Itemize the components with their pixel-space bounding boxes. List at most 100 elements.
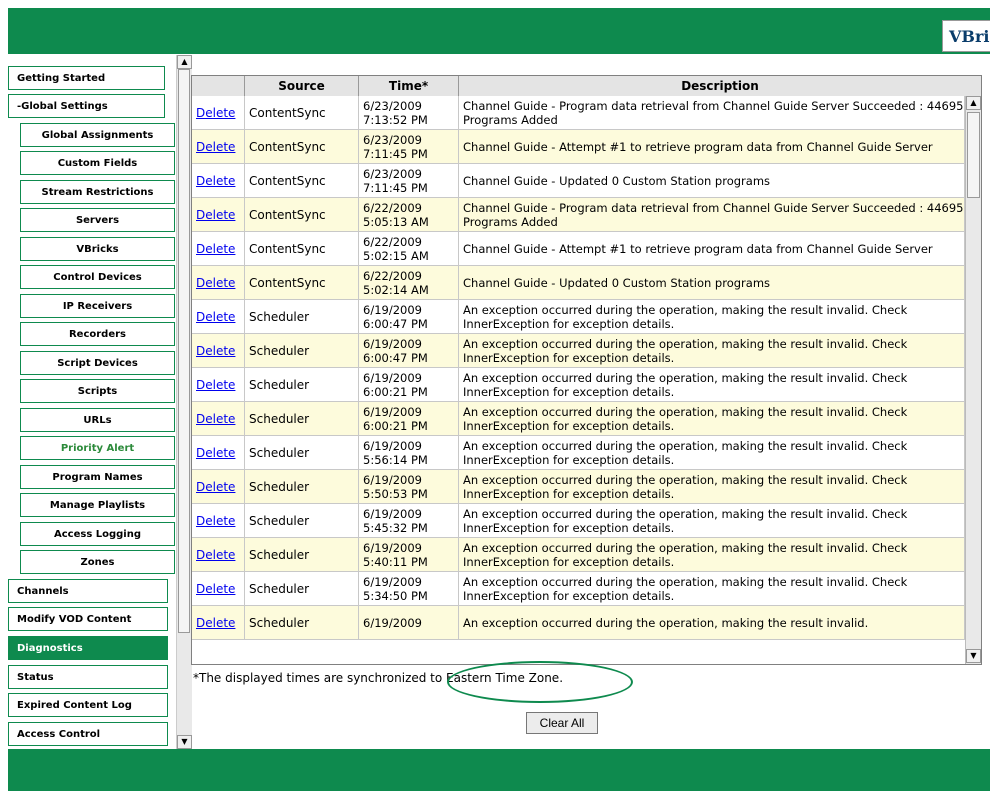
scroll-down-arrow-icon[interactable]: ▼ (177, 735, 192, 749)
delete-link[interactable]: Delete (196, 344, 235, 358)
clear-all-button[interactable]: Clear All (526, 712, 598, 734)
source-cell: Scheduler (245, 504, 359, 537)
time-text: 6:00:21 PM (363, 384, 428, 399)
table-row: Delete Scheduler 6/19/2009 6:00:21 PM An exc… (192, 402, 965, 436)
delete-cell: Delete (192, 504, 245, 537)
scrollbar-thumb[interactable] (178, 69, 190, 633)
delete-cell: Delete (192, 368, 245, 401)
nav-global-assignments[interactable]: Global Assignments (20, 123, 175, 147)
delete-link[interactable]: Delete (196, 276, 235, 290)
nav-global-settings[interactable]: -Global Settings (8, 94, 165, 118)
date-text: 6/19/2009 (363, 540, 422, 555)
description-cell: An exception occurred during the operati… (459, 572, 965, 605)
table-row: Delete ContentSync 6/23/2009 7:13:52 PM Chan… (192, 96, 965, 130)
time-cell: 6/22/2009 5:02:14 AM (359, 266, 459, 299)
nav-ip-receivers[interactable]: IP Receivers (20, 294, 175, 318)
delete-cell: Delete (192, 164, 245, 197)
source-cell: Scheduler (245, 368, 359, 401)
nav-control-devices[interactable]: Control Devices (20, 265, 175, 289)
date-text: 6/19/2009 (363, 506, 422, 521)
time-cell: 6/23/2009 7:13:52 PM (359, 96, 459, 129)
description-cell: Channel Guide - Program data retrieval f… (459, 198, 965, 231)
description-cell: Channel Guide - Updated 0 Custom Station… (459, 164, 965, 197)
nav-priority-alert[interactable]: Priority Alert (20, 436, 175, 460)
table-scrollbar[interactable]: ▲ ▼ (965, 96, 981, 664)
time-cell: 6/19/2009 5:50:53 PM (359, 470, 459, 503)
nav-expired-content-log[interactable]: Expired Content Log (8, 693, 168, 717)
scroll-down-arrow-icon[interactable]: ▼ (966, 649, 981, 663)
scroll-up-arrow-icon[interactable]: ▲ (177, 55, 192, 69)
nav-manage-playlists[interactable]: Manage Playlists (20, 493, 175, 517)
nav-program-names[interactable]: Program Names (20, 465, 175, 489)
source-cell: Scheduler (245, 470, 359, 503)
delete-link[interactable]: Delete (196, 140, 235, 154)
time-text: 5:02:15 AM (363, 248, 429, 263)
column-header-action (192, 76, 245, 96)
delete-link[interactable]: Delete (196, 174, 235, 188)
nav-modify-vod-content[interactable]: Modify VOD Content (8, 607, 168, 631)
table-row: Delete Scheduler 6/19/2009 5:40:11 PM An exc… (192, 538, 965, 572)
scrollbar-thumb[interactable] (967, 112, 980, 198)
vbrick-logo: VBrick (942, 20, 990, 52)
source-cell: Scheduler (245, 402, 359, 435)
delete-cell: Delete (192, 572, 245, 605)
column-header-time: Time* (359, 76, 459, 96)
description-cell: Channel Guide - Attempt #1 to retrieve p… (459, 130, 965, 163)
table-row: Delete Scheduler 6/19/2009 6:00:47 PM An exc… (192, 300, 965, 334)
delete-link[interactable]: Delete (196, 106, 235, 120)
column-header-description: Description (681, 79, 759, 93)
delete-link[interactable]: Delete (196, 378, 235, 392)
nav-zones[interactable]: Zones (20, 550, 175, 574)
time-cell: 6/19/2009 6:00:47 PM (359, 334, 459, 367)
time-text: 7:11:45 PM (363, 180, 428, 195)
nav-vbricks[interactable]: VBricks (20, 237, 175, 261)
table-row: Delete Scheduler 6/19/2009 5:45:32 PM An exc… (192, 504, 965, 538)
time-cell: 6/19/2009 5:34:50 PM (359, 572, 459, 605)
footer-bar (8, 749, 990, 791)
delete-link[interactable]: Delete (196, 616, 235, 630)
date-text: 6/19/2009 (363, 370, 422, 385)
table-row: Delete Scheduler 6/19/2009 An exception occ… (192, 606, 965, 640)
delete-link[interactable]: Delete (196, 548, 235, 562)
nav-custom-fields[interactable]: Custom Fields (20, 151, 175, 175)
time-cell: 6/23/2009 7:11:45 PM (359, 130, 459, 163)
delete-link[interactable]: Delete (196, 310, 235, 324)
delete-link[interactable]: Delete (196, 242, 235, 256)
nav-stream-restrictions[interactable]: Stream Restrictions (20, 180, 175, 204)
nav-getting-started[interactable]: Getting Started (8, 66, 165, 90)
time-text: 6:00:21 PM (363, 418, 428, 433)
description-cell: An exception occurred during the operati… (459, 300, 965, 333)
description-cell: An exception occurred during the operati… (459, 436, 965, 469)
date-text: 6/19/2009 (363, 574, 422, 589)
delete-link[interactable]: Delete (196, 582, 235, 596)
nav-channels[interactable]: Channels (8, 579, 168, 603)
description-cell: An exception occurred during the operati… (459, 606, 965, 639)
nav-recorders[interactable]: Recorders (20, 322, 175, 346)
nav-access-logging[interactable]: Access Logging (20, 522, 175, 546)
delete-link[interactable]: Delete (196, 514, 235, 528)
nav-diagnostics[interactable]: Diagnostics (8, 636, 168, 660)
delete-link[interactable]: Delete (196, 208, 235, 222)
description-cell: An exception occurred during the operati… (459, 470, 965, 503)
delete-cell: Delete (192, 402, 245, 435)
delete-link[interactable]: Delete (196, 480, 235, 494)
nav-urls[interactable]: URLs (20, 408, 175, 432)
source-cell: ContentSync (245, 164, 359, 197)
scroll-up-arrow-icon[interactable]: ▲ (966, 96, 981, 110)
nav-status[interactable]: Status (8, 665, 168, 689)
time-text: 5:56:14 PM (363, 452, 428, 467)
delete-cell: Delete (192, 96, 245, 129)
time-cell: 6/19/2009 6:00:21 PM (359, 368, 459, 401)
nav-script-devices[interactable]: Script Devices (20, 351, 175, 375)
date-text: 6/23/2009 (363, 132, 422, 147)
diagnostics-log-table: Source Time* Description Delete ContentSy… (191, 75, 982, 665)
nav-servers[interactable]: Servers (20, 208, 175, 232)
date-text: 6/19/2009 (363, 615, 422, 630)
nav-scripts[interactable]: Scripts (20, 379, 175, 403)
delete-link[interactable]: Delete (196, 412, 235, 426)
delete-cell: Delete (192, 300, 245, 333)
delete-link[interactable]: Delete (196, 446, 235, 460)
nav-access-control[interactable]: Access Control (8, 722, 168, 746)
sidebar-scrollbar[interactable]: ▲ ▼ (176, 55, 192, 749)
date-text: 6/22/2009 (363, 200, 422, 215)
